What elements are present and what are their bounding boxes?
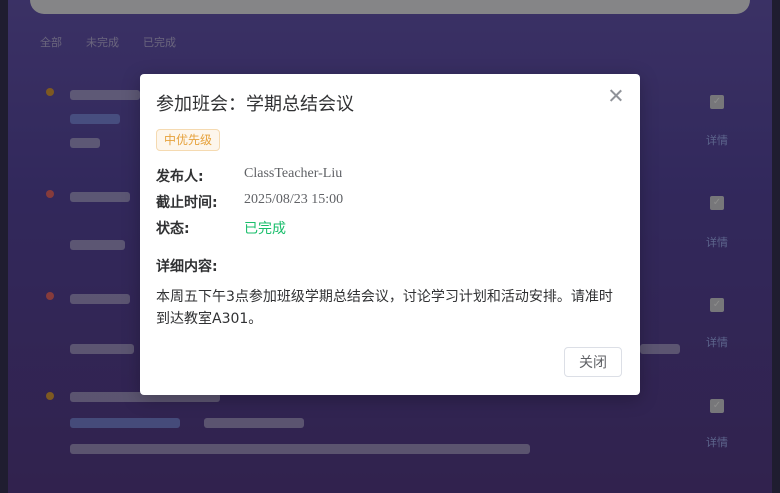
field-label: 截止时间: [156, 195, 218, 211]
field-value: 2025/08/23 15:00 [244, 192, 344, 207]
status-badge: 已完成 [244, 221, 286, 237]
content-label: 详细内容: [156, 259, 218, 275]
task-detail-dialog: 参加班会：学期总结会议 中优先级 发布人: ClassTeacher-Liu 截… [140, 74, 640, 395]
field-label: 状态: [156, 221, 190, 237]
field-value: ClassTeacher-Liu [244, 166, 343, 181]
close-icon[interactable] [608, 88, 624, 104]
close-button[interactable]: 关闭 [564, 347, 622, 377]
field-label: 发布人: [156, 169, 204, 185]
dialog-title: 参加班会：学期总结会议 [156, 94, 354, 115]
content-text: 本周五下午3点参加班级学期总结会议，讨论学习计划和活动安排。请准时到达教室A30… [156, 289, 613, 327]
priority-badge: 中优先级 [156, 129, 221, 151]
